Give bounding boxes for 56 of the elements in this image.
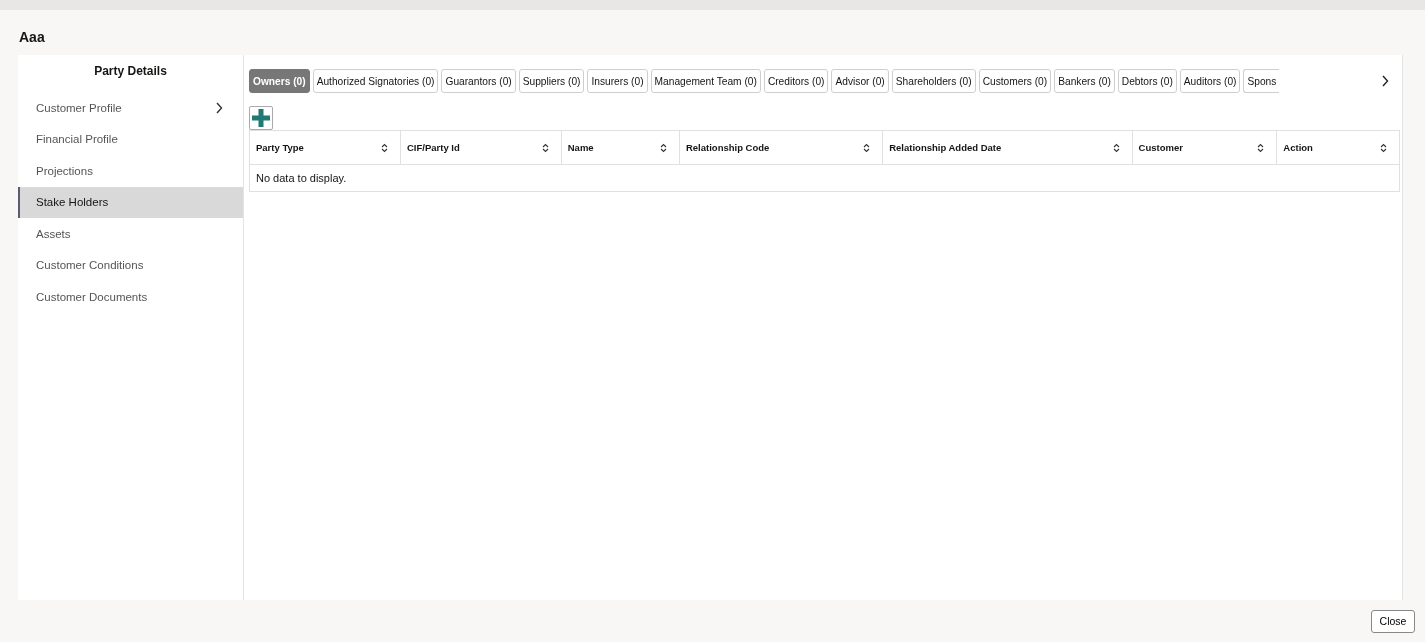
tab[interactable]: Management Team (0) [650,69,761,93]
sort-icon [381,142,388,153]
column-header[interactable]: Action [1277,131,1399,164]
tab[interactable]: Debtors (0) [1117,69,1177,93]
column-header-label: Party Type [256,142,304,153]
sort-icon [1380,142,1387,153]
chevron-right-icon[interactable] [1381,75,1389,87]
plus-icon [252,109,270,127]
column-header-label: Name [567,142,594,153]
sidebar-item-label: Financial Profile [36,133,118,146]
window-title: Aaa [18,28,46,47]
tab[interactable]: Suppliers (0) [518,69,585,93]
tab[interactable]: Auditors (0) [1179,69,1241,93]
sidebar-item-label: Customer Documents [36,290,148,303]
sort-icon [659,142,667,153]
column-header[interactable]: Name [561,131,680,164]
column-header[interactable]: Customer [1132,131,1278,164]
empty-message: No data to display. [255,171,348,186]
sidebar-item-label: Customer Conditions [36,259,144,272]
sidebar-item[interactable]: Stake Holders [18,186,243,218]
sidebar-item-label: Projections [36,164,93,177]
column-header-label: Relationship Code [685,142,770,153]
sort-icon [1112,142,1120,153]
tab[interactable]: Insurers (0) [587,69,648,93]
tab[interactable]: Creditors (0) [763,69,829,93]
tab[interactable]: Shareholders (0) [891,69,976,93]
sidebar-item[interactable]: Customer Documents [18,281,243,313]
tab[interactable]: Bankers (0) [1054,69,1115,93]
add-button[interactable] [249,106,273,130]
column-header[interactable]: Relationship Added Date [883,131,1133,164]
sort-icon [863,142,871,153]
tab[interactable]: Guarantors (0) [441,69,516,93]
sort-icon [1257,142,1265,153]
sidebar-item-label: Stake Holders [36,196,109,209]
sidebar-title: Party Details [93,63,168,80]
sidebar-item[interactable]: Customer Conditions [18,249,243,281]
column-header[interactable]: CIF/Party Id [401,131,562,164]
column-header-label: CIF/Party Id [407,142,460,153]
sidebar-item[interactable]: Financial Profile [18,123,243,155]
column-header-label: Customer [1138,142,1183,153]
tab[interactable]: Advisor (0) [831,69,889,93]
sidebar-item[interactable]: Projections [18,155,243,187]
column-header-label: Relationship Added Date [889,142,1002,153]
column-header-label: Action [1283,142,1313,153]
tab[interactable]: Owners (0) [249,69,310,93]
tab[interactable]: Customers (0) [978,69,1052,93]
sidebar-item-label: Customer Profile [36,101,122,114]
tab[interactable]: Authorized Signatories (0) [312,69,439,93]
sidebar-item-label: Assets [36,227,71,240]
sidebar-item[interactable]: Assets [18,218,243,250]
column-header[interactable]: Relationship Code [679,131,884,164]
close-button[interactable]: Close [1371,609,1415,633]
column-header[interactable]: Party Type [250,131,401,164]
sidebar-item[interactable]: Customer Profile [18,92,243,124]
tab[interactable]: Spons [1243,69,1280,93]
sort-icon [541,142,549,153]
